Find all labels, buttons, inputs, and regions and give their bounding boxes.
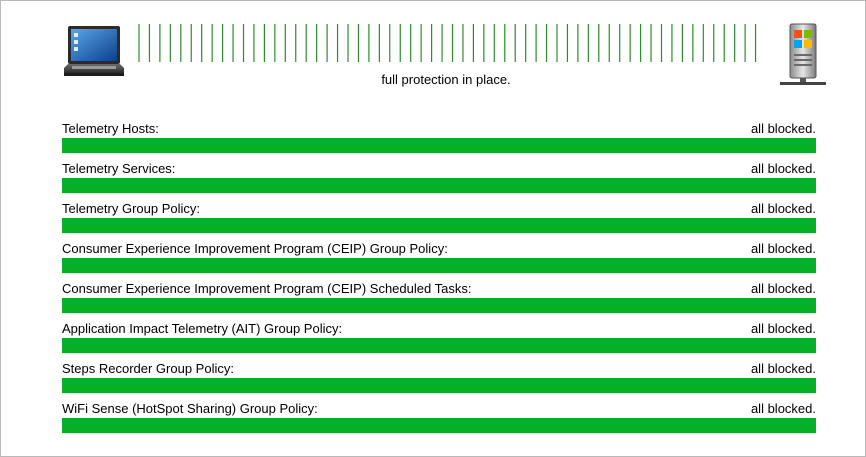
protection-item: Consumer Experience Improvement Program … xyxy=(62,281,816,321)
item-label: Consumer Experience Improvement Program … xyxy=(62,241,448,256)
progress-bar-fill xyxy=(62,378,816,393)
progress-bar-fill xyxy=(62,218,816,233)
progress-bar-fill xyxy=(62,418,816,433)
protection-item: Application Impact Telemetry (AIT) Group… xyxy=(62,321,816,361)
item-label: Telemetry Services: xyxy=(62,161,176,176)
item-label: Steps Recorder Group Policy: xyxy=(62,361,234,376)
protection-items-list: Telemetry Hosts: all blocked. Telemetry Se… xyxy=(62,121,816,441)
item-status: all blocked. xyxy=(750,161,816,176)
item-label: Consumer Experience Improvement Program … xyxy=(62,281,472,296)
item-status: all blocked. xyxy=(750,361,816,376)
protection-item: Consumer Experience Improvement Program … xyxy=(62,241,816,281)
item-label: WiFi Sense (HotSpot Sharing) Group Polic… xyxy=(62,401,318,416)
progress-bar xyxy=(62,258,816,273)
protection-item: Telemetry Hosts: all blocked. xyxy=(62,121,816,161)
item-status: all blocked. xyxy=(750,321,816,336)
protection-item: Telemetry Services: all blocked. xyxy=(62,161,816,201)
item-label: Telemetry Group Policy: xyxy=(62,201,200,216)
protection-item: Steps Recorder Group Policy: all blocked. xyxy=(62,361,816,401)
progress-bar xyxy=(62,418,816,433)
item-status: all blocked. xyxy=(750,121,816,136)
progress-bar-fill xyxy=(62,258,816,273)
protection-item: Telemetry Group Policy: all blocked. xyxy=(62,201,816,241)
progress-bar-fill xyxy=(62,298,816,313)
progress-bar-fill xyxy=(62,138,816,153)
item-label: Telemetry Hosts: xyxy=(62,121,159,136)
progress-bar xyxy=(62,298,816,313)
status-text: full protection in place. xyxy=(381,72,511,87)
progress-bar xyxy=(62,138,816,153)
progress-bar-fill xyxy=(62,178,816,193)
progress-bar-fill xyxy=(62,338,816,353)
item-status: all blocked. xyxy=(750,201,816,216)
progress-bar xyxy=(62,178,816,193)
protection-item: WiFi Sense (HotSpot Sharing) Group Polic… xyxy=(62,401,816,441)
item-status: all blocked. xyxy=(750,281,816,296)
progress-bar xyxy=(62,338,816,353)
item-status: all blocked. xyxy=(750,241,816,256)
item-status: all blocked. xyxy=(750,401,816,416)
item-label: Application Impact Telemetry (AIT) Group… xyxy=(62,321,343,336)
progress-bar xyxy=(62,378,816,393)
progress-bar xyxy=(62,218,816,233)
connection-lines xyxy=(138,24,757,62)
